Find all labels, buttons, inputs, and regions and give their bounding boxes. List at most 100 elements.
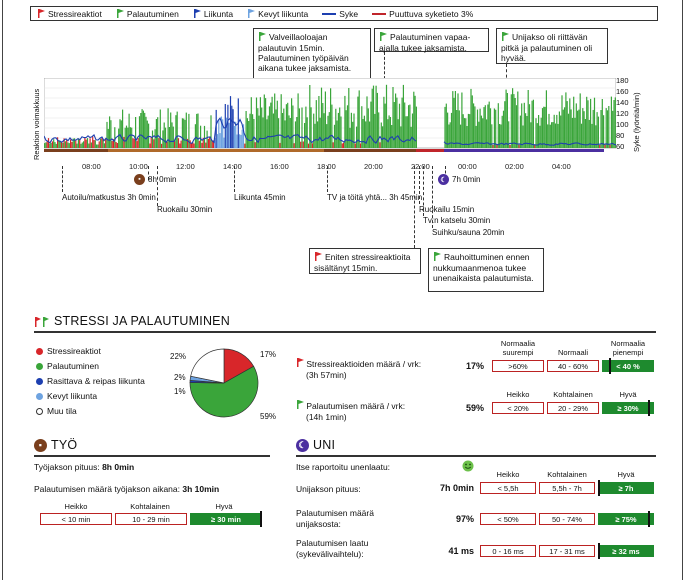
reaction-bar	[252, 114, 254, 148]
work-scale-marker	[260, 511, 262, 527]
reaction-bar	[278, 118, 280, 148]
section-divider	[34, 455, 270, 457]
reaction-bar	[512, 88, 514, 148]
reaction-bar	[288, 115, 290, 148]
stress-scale: >60% 40 - 60% < 40 %	[492, 360, 654, 372]
x-tick-label: 12:00	[176, 162, 195, 171]
recovery-amount-duration: (14h 1min)	[306, 412, 347, 422]
reaction-bar	[106, 121, 108, 148]
y-axis-label-right: Syke (lyöntiä/min)	[632, 92, 641, 152]
recovery-scale-moderate: 20 - 29%	[547, 402, 599, 414]
chart-legend: Stressireaktiot Palautuminen Liikunta Kevyt…	[30, 6, 658, 21]
reaction-bar	[287, 102, 289, 148]
reaction-bar	[75, 140, 77, 148]
reaction-bar	[378, 112, 380, 148]
reaction-bar	[515, 105, 518, 148]
reaction-bar	[132, 138, 134, 148]
legend-line-swatch	[372, 12, 387, 15]
reaction-bar	[454, 91, 456, 148]
reaction-bar	[385, 84, 388, 148]
reaction-bar	[274, 93, 276, 148]
reaction-bar	[315, 100, 317, 148]
legend-label: Liikunta	[203, 8, 234, 19]
legend-dot-icon	[36, 378, 43, 386]
reaction-bar	[345, 110, 347, 148]
reaction-bar	[266, 119, 268, 148]
reaction-bar	[409, 104, 411, 148]
stress-recovery-flags-icon	[35, 316, 49, 327]
reaction-bar	[358, 90, 360, 148]
callout-text: Unijakso oli riittävän pitkä ja palautum…	[501, 32, 593, 63]
recovery-col-header-moderate: Kohtalainen	[553, 390, 593, 399]
reaction-bar	[492, 145, 494, 148]
callout-text: Valveillaoloajan palautuvin 15min. Palau…	[258, 32, 352, 73]
reaction-bar	[354, 143, 356, 148]
reaction-bar	[549, 124, 551, 148]
reaction-bar	[470, 88, 472, 148]
reaction-bar	[101, 138, 103, 148]
reaction-bar	[184, 119, 186, 148]
reaction-bar	[176, 111, 178, 148]
x-tick-label: 16:00	[270, 162, 289, 171]
reaction-bar	[600, 110, 602, 148]
reaction-bar	[309, 85, 311, 148]
reaction-bar	[544, 106, 546, 148]
reaction-bar	[302, 141, 304, 148]
reaction-bar	[71, 142, 73, 148]
reaction-bar	[281, 113, 284, 148]
reaction-bar	[564, 107, 566, 148]
reaction-bar	[141, 109, 143, 148]
reaction-bar	[150, 136, 152, 148]
reaction-bar	[382, 126, 384, 148]
reaction-bar	[408, 105, 410, 148]
reaction-bar	[140, 113, 142, 148]
reaction-bar	[311, 143, 313, 148]
reaction-bar	[566, 101, 568, 148]
briefcase-icon: ▪	[134, 174, 145, 185]
reaction-bar	[80, 143, 82, 148]
reaction-bar	[79, 139, 81, 148]
reaction-bar	[258, 115, 260, 148]
reaction-bar	[120, 120, 122, 148]
recovery-scale: < 20% 20 - 29% ≥ 30%	[492, 402, 654, 414]
reaction-bar	[265, 98, 267, 148]
reaction-bar	[153, 139, 155, 148]
moon-icon: ☾	[296, 438, 309, 452]
legend-label: Palautuminen	[126, 8, 179, 19]
legend-label: Syke	[339, 8, 359, 19]
reaction-bar	[123, 136, 125, 148]
reaction-bar	[359, 143, 362, 148]
sleep-length-label: Unijakson pituus:	[296, 484, 361, 494]
work-length-value: 8h 0min	[102, 462, 135, 472]
reaction-bar	[584, 119, 586, 148]
legend-line-swatch	[322, 12, 337, 15]
reaction-bar	[249, 113, 251, 148]
reaction-bar	[372, 85, 375, 148]
reaction-bar	[98, 141, 100, 148]
reaction-bar	[314, 123, 316, 148]
work-length-row: Työjakson pituus: 8h 0min	[34, 462, 134, 473]
reaction-bar	[198, 140, 200, 148]
reaction-bar	[131, 127, 133, 148]
recovery-scale-marker	[648, 400, 650, 416]
sleep-quality-weak: 0 - 16 ms	[480, 545, 536, 557]
reaction-bar	[177, 138, 180, 148]
recovery-flag-icon	[258, 32, 266, 43]
work-col-header-good: Hyvä	[215, 502, 233, 511]
reaction-bar	[449, 122, 451, 148]
reaction-bar	[337, 112, 339, 148]
reaction-bar	[469, 114, 471, 148]
sleep-section-title: ☾ UNI	[296, 438, 335, 452]
reaction-bar	[532, 99, 534, 148]
stress-scale-marker	[609, 358, 611, 374]
callout-leisure-recovery: Palautuminen vapaa-ajalla tukee jaksamis…	[374, 28, 489, 53]
reaction-bar	[341, 143, 343, 148]
sleep-self-report-label: Itse raportoitu unenlaatu:	[296, 462, 391, 472]
section-divider	[296, 455, 656, 457]
reaction-bar	[518, 144, 520, 148]
reaction-bar	[229, 96, 232, 148]
right-tick-label: 160	[616, 87, 629, 96]
reaction-bar	[396, 97, 398, 148]
stress-scale-high: >60%	[492, 360, 544, 372]
reaction-bar	[593, 97, 596, 148]
